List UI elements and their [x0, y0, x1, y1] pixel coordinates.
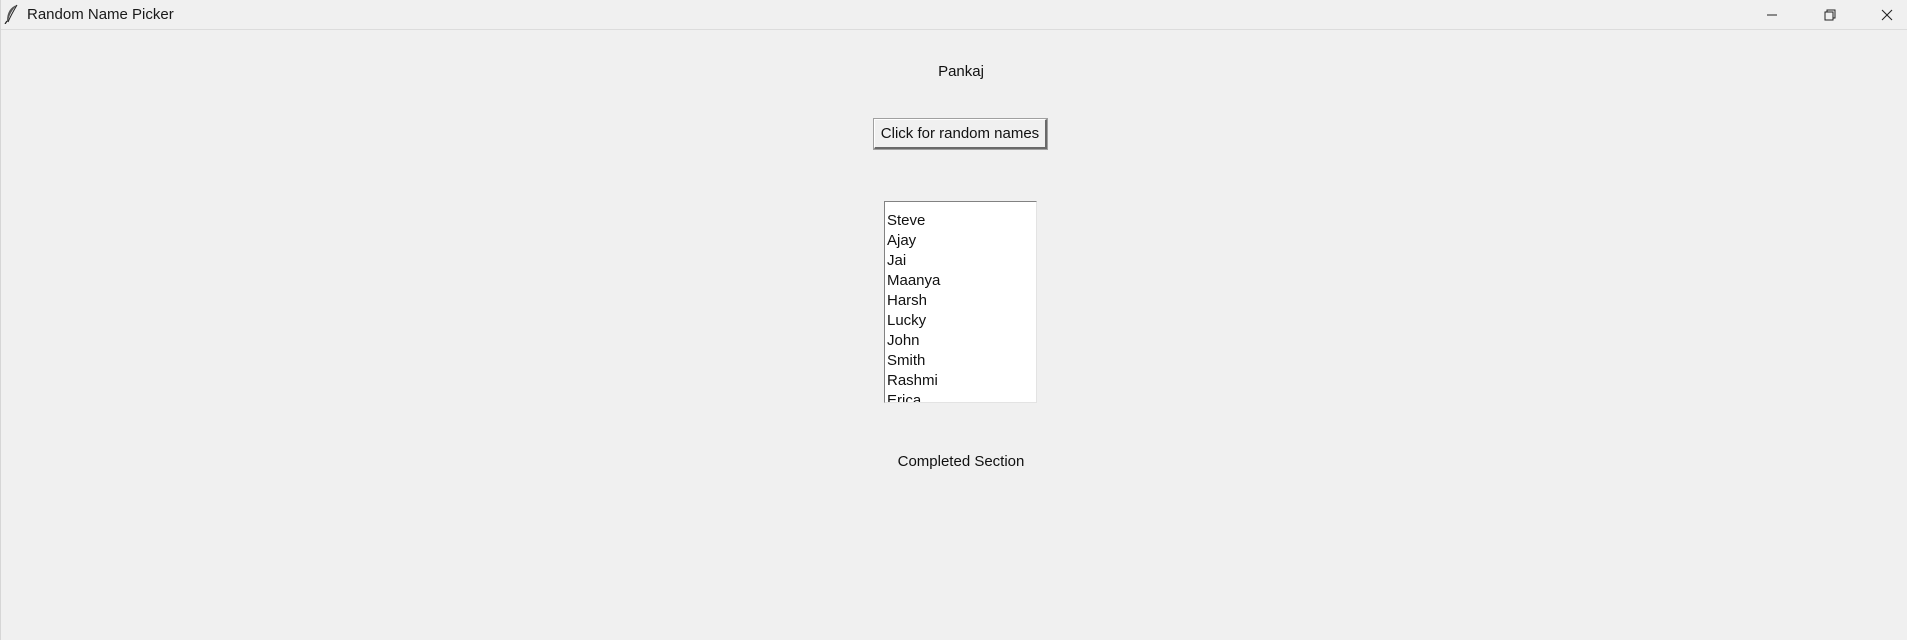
- names-listbox[interactable]: Steve Ajay Jai Maanya Harsh Lucky John S…: [884, 201, 1037, 403]
- list-item[interactable]: Lucky: [885, 311, 1036, 331]
- random-names-button[interactable]: Click for random names: [873, 118, 1048, 150]
- close-icon: [1881, 9, 1893, 21]
- feather-icon: [4, 4, 20, 25]
- picked-name-label: Pankaj: [938, 63, 984, 80]
- list-item[interactable]: Erica: [885, 391, 1036, 402]
- close-button[interactable]: [1859, 0, 1907, 29]
- restore-icon: [1824, 9, 1836, 21]
- list-item[interactable]: John: [885, 331, 1036, 351]
- minimize-button[interactable]: [1744, 0, 1800, 29]
- list-item[interactable]: Jai: [885, 251, 1036, 271]
- list-item[interactable]: Maanya: [885, 271, 1036, 291]
- app-window: Random Name Picker Pankaj Click for rand…: [0, 0, 1907, 640]
- list-item[interactable]: Smith: [885, 351, 1036, 371]
- title-bar[interactable]: Random Name Picker: [1, 0, 1907, 30]
- list-item[interactable]: Harsh: [885, 291, 1036, 311]
- minimize-icon: [1766, 9, 1778, 21]
- status-label: Completed Section: [897, 453, 1025, 470]
- window-title: Random Name Picker: [27, 6, 174, 23]
- list-item[interactable]: Ajay: [885, 231, 1036, 251]
- list-item[interactable]: Steve: [885, 211, 1036, 231]
- list-item[interactable]: Rashmi: [885, 371, 1036, 391]
- restore-button[interactable]: [1802, 0, 1858, 29]
